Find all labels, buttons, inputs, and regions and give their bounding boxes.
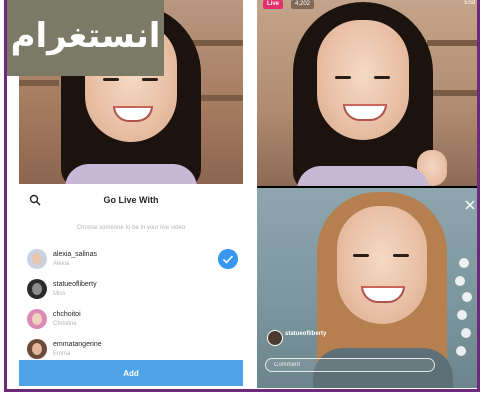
user-row[interactable]: statueofliberty Miss (19, 276, 243, 306)
heart-stream (453, 258, 475, 368)
bookshelf (427, 90, 477, 96)
heart-icon (461, 328, 471, 338)
host-eye (142, 78, 158, 81)
guest-eye (393, 254, 409, 257)
host-video (257, 0, 477, 186)
bookshelf (427, 40, 477, 46)
avatar (27, 279, 47, 299)
host-shirt (297, 166, 429, 186)
username: statueofliberty (53, 281, 97, 288)
user-subname: Miss (53, 291, 66, 297)
sheet-title: Go Live With (103, 195, 159, 205)
heart-icon (456, 346, 466, 356)
host-eye (374, 76, 390, 79)
avatar (267, 330, 283, 346)
check-icon[interactable] (218, 249, 238, 269)
host-face (317, 20, 409, 140)
screenshot-frame: Go Live With Choose someone to be in you… (4, 0, 480, 392)
avatar (27, 339, 47, 359)
heart-icon (462, 292, 472, 302)
user-row[interactable]: alexia_salinas Alexia (19, 246, 243, 276)
title-banner: انستغرام (7, 0, 164, 76)
username: emmatangerine (53, 341, 102, 348)
sheet-subtitle: Choose someone to be in your live video (76, 225, 186, 231)
user-subname: Alexia (53, 261, 70, 267)
close-icon[interactable] (465, 200, 475, 210)
go-live-with-sheet: Go Live With Choose someone to be in you… (19, 184, 243, 388)
add-button[interactable]: Add (19, 360, 243, 386)
end-button[interactable]: End (464, 0, 475, 6)
avatar (27, 309, 47, 329)
guest-video: statueofliberty (257, 188, 477, 388)
host-eye (335, 76, 351, 79)
live-badge: Live (263, 0, 284, 9)
username: chchoitoi (53, 311, 81, 318)
comment-input[interactable] (265, 358, 435, 372)
user-row[interactable]: chchoitoi Christine (19, 306, 243, 336)
host-eye (103, 78, 119, 81)
viewer-count: 4,202 (291, 0, 315, 9)
avatar (27, 249, 47, 269)
username: alexia_salinas (53, 251, 97, 258)
right-phone: statueofliberty Live 4,202 End (257, 0, 477, 388)
heart-icon (455, 276, 465, 286)
user-subname: Emma (53, 351, 71, 357)
heart-icon (457, 310, 467, 320)
comment-username: statueofliberty (285, 331, 327, 337)
guest-eye (353, 254, 369, 257)
bookshelf (19, 80, 59, 86)
host-shirt (65, 164, 197, 184)
heart-icon (459, 258, 469, 268)
guest-face (337, 206, 427, 324)
user-subname: Christine (53, 321, 77, 327)
